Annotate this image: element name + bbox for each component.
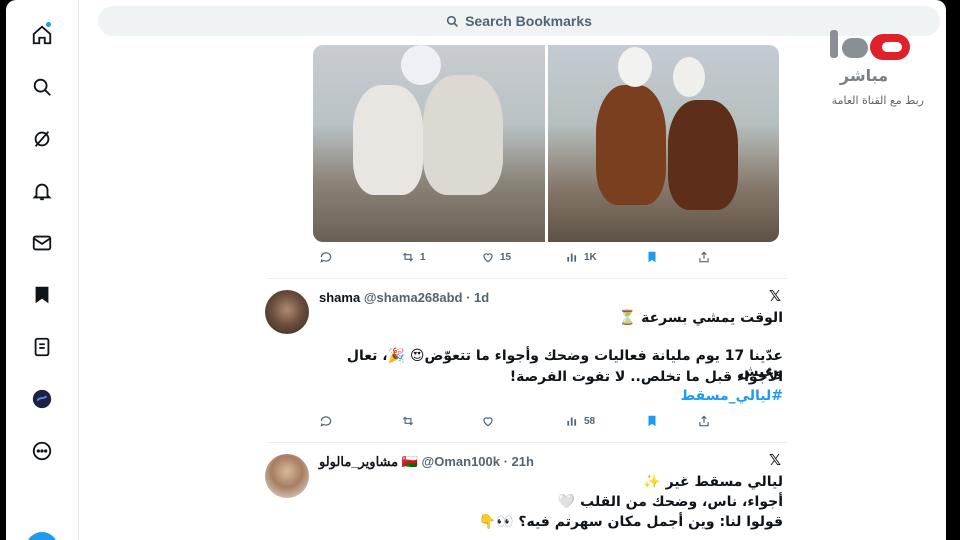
reply-button[interactable] bbox=[319, 250, 338, 264]
bookmark-filled-icon bbox=[648, 251, 656, 263]
rider-shape bbox=[672, 57, 705, 97]
tweet-divider bbox=[267, 278, 787, 279]
views-icon bbox=[567, 417, 577, 426]
tweet-text-line: ليالي مسقط غير ✨ bbox=[643, 474, 783, 490]
share-button[interactable] bbox=[697, 414, 711, 428]
retweet-button[interactable] bbox=[401, 414, 415, 428]
horse-race-photo-2[interactable] bbox=[547, 45, 779, 242]
unread-dot bbox=[46, 22, 51, 27]
share-icon bbox=[699, 415, 709, 427]
broadcaster-logo-mark bbox=[830, 30, 910, 60]
bookmark-button[interactable] bbox=[645, 250, 659, 264]
view-count: 58 bbox=[584, 415, 596, 427]
heart-icon bbox=[483, 253, 493, 263]
tweet-text-line: قولوا لنا: وين أجمل مكان سهرتم فيه؟ 👀👇 bbox=[478, 514, 783, 530]
views-button[interactable]: 58 bbox=[565, 414, 595, 428]
tweet-text-line: أجواء، ناس، وضحك من القلب 🤍 bbox=[557, 494, 783, 510]
bookmarks-timeline: 1 15 1K shama @shama268abd · 1d 𝕏 الوقت … bbox=[261, 36, 791, 540]
brown-horse-shape bbox=[595, 85, 666, 205]
search-icon bbox=[446, 15, 459, 27]
tweet-author-line: shama @shama268abd · 1d bbox=[319, 290, 489, 305]
white-horse-shape bbox=[353, 85, 423, 195]
tweet-text-line: الأجواء قبل ما تخلص.. لا تفوت الفرصة! bbox=[509, 369, 783, 385]
notifications-icon[interactable] bbox=[29, 178, 55, 204]
rider-shape bbox=[401, 45, 441, 85]
grey-horse-shape bbox=[423, 75, 503, 195]
x-logo-icon[interactable]: 𝕏 bbox=[769, 451, 781, 469]
search-label: Search Bookmarks bbox=[465, 13, 592, 29]
app-window: Search Bookmarks 1 15 1K shama @shama268… bbox=[6, 0, 946, 540]
explore-icon[interactable] bbox=[29, 74, 55, 100]
dark-horse-shape bbox=[667, 100, 738, 210]
author-handle-time[interactable]: @Oman100k · 21h bbox=[422, 454, 534, 469]
tweet-media-grid[interactable] bbox=[313, 45, 779, 242]
views-button[interactable]: 1K bbox=[565, 250, 597, 264]
reply-icon bbox=[320, 416, 332, 427]
author-name[interactable]: shama bbox=[319, 290, 360, 305]
avatar-oman100k[interactable] bbox=[265, 454, 309, 498]
horse-race-photo-1[interactable] bbox=[313, 45, 545, 242]
messages-icon[interactable] bbox=[29, 230, 55, 256]
more-icon[interactable] bbox=[29, 438, 55, 464]
retweet-icon bbox=[402, 252, 414, 262]
lists-icon[interactable] bbox=[29, 334, 55, 360]
sidebar bbox=[6, 0, 79, 540]
tweet-author-line: مشاوير_مالولو 🇴🇲 @Oman100k · 21h bbox=[319, 454, 534, 470]
broadcaster-caption: ربط مع القناة العامة bbox=[831, 94, 924, 107]
grok-icon[interactable] bbox=[29, 126, 55, 152]
bookmark-filled-icon bbox=[648, 415, 656, 427]
views-icon bbox=[567, 253, 577, 262]
tweet-divider bbox=[267, 442, 787, 443]
broadcaster-logo: مباشر ربط مع القناة العامة bbox=[808, 24, 926, 114]
home-icon[interactable] bbox=[29, 22, 55, 48]
tweet-text-line: الوقت يمشي بسرعة ⏳ bbox=[618, 310, 783, 326]
retweet-count: 1 bbox=[420, 251, 426, 263]
reply-icon bbox=[320, 252, 332, 263]
like-button[interactable]: 15 bbox=[481, 250, 511, 264]
tweet-actions: 58 bbox=[313, 414, 773, 434]
compose-button[interactable] bbox=[26, 532, 58, 540]
retweet-button[interactable]: 1 bbox=[401, 250, 426, 264]
share-icon bbox=[699, 251, 709, 263]
hashtag-link[interactable]: #ليالي_مسقط bbox=[313, 388, 783, 404]
view-count: 1K bbox=[584, 251, 597, 263]
share-button[interactable] bbox=[697, 250, 711, 264]
like-button[interactable] bbox=[481, 414, 495, 428]
author-handle-time[interactable]: @shama268abd · 1d bbox=[364, 290, 489, 305]
author-name[interactable]: مشاوير_مالولو 🇴🇲 bbox=[319, 454, 418, 469]
profile-icon[interactable] bbox=[29, 386, 55, 412]
reply-button[interactable] bbox=[319, 414, 333, 428]
broadcaster-name: مباشر bbox=[839, 66, 889, 85]
avatar-shama[interactable] bbox=[265, 290, 309, 334]
bookmark-button[interactable] bbox=[645, 414, 659, 428]
x-logo-icon[interactable]: 𝕏 bbox=[769, 287, 781, 305]
bookmarks-icon[interactable] bbox=[29, 282, 55, 308]
like-count: 15 bbox=[500, 251, 512, 263]
tweet-actions: 1 15 1K bbox=[313, 250, 773, 270]
rider-shape bbox=[617, 47, 652, 87]
heart-icon bbox=[483, 417, 493, 427]
retweet-icon bbox=[402, 416, 414, 426]
